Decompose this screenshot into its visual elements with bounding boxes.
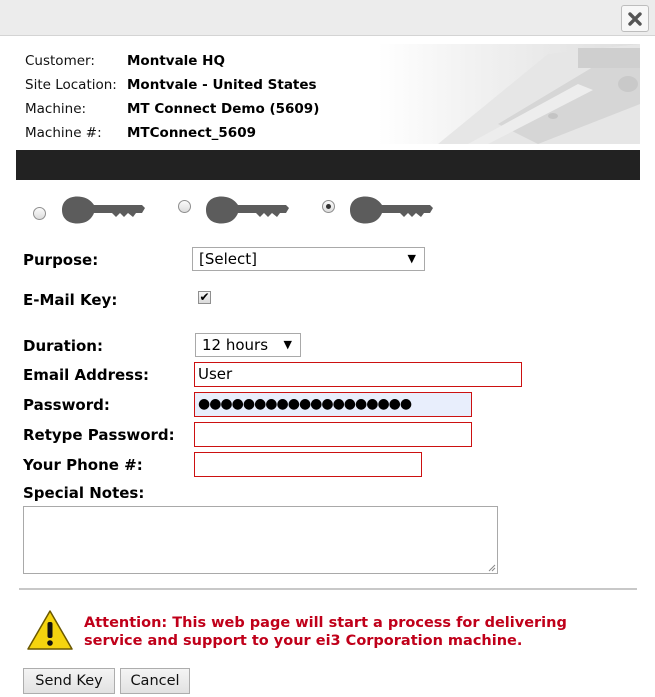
machine-header-image <box>378 44 640 144</box>
site-location-label: Site Location: <box>25 77 117 93</box>
special-notes-label: Special Notes: <box>23 484 145 502</box>
cancel-button[interactable]: Cancel <box>120 668 190 694</box>
key-option-radio-1[interactable] <box>33 207 46 220</box>
warning-icon <box>27 610 73 650</box>
dialog-titlebar <box>0 0 655 36</box>
retype-password-label: Retype Password: <box>23 426 175 444</box>
purpose-label: Purpose: <box>23 251 99 269</box>
machine-number-label: Machine #: <box>25 125 102 141</box>
purpose-selected-value: [Select] <box>199 250 257 268</box>
purpose-select[interactable]: [Select] ▼ <box>192 247 425 271</box>
dropdown-arrow-icon: ▼ <box>283 338 292 351</box>
phone-label: Your Phone #: <box>23 456 143 474</box>
divider <box>19 588 637 590</box>
dropdown-arrow-icon: ▼ <box>407 252 416 265</box>
header-bar <box>16 150 640 180</box>
machine-value: MT Connect Demo (5609) <box>127 101 320 117</box>
site-location-value: Montvale - United States <box>127 77 317 93</box>
key-option-radio-3[interactable] <box>322 200 335 213</box>
attention-message: Attention: This web page will start a pr… <box>84 615 567 649</box>
send-key-button[interactable]: Send Key <box>23 668 115 694</box>
close-icon <box>628 11 642 26</box>
duration-label: Duration: <box>23 337 103 355</box>
duration-selected-value: 12 hours <box>202 336 269 354</box>
retype-password-input[interactable] <box>194 422 472 447</box>
phone-input[interactable] <box>194 452 422 477</box>
email-address-label: Email Address: <box>23 366 150 384</box>
customer-value: Montvale HQ <box>127 53 225 69</box>
resize-handle-icon[interactable] <box>487 563 496 572</box>
key-icon <box>350 196 433 224</box>
machine-number-value: MTConnect_5609 <box>127 125 256 141</box>
key-icon <box>62 196 145 224</box>
checkmark-icon: ✔ <box>199 290 210 304</box>
email-key-label: E-Mail Key: <box>23 291 118 309</box>
password-label: Password: <box>23 396 110 414</box>
special-notes-textarea[interactable] <box>23 506 498 574</box>
customer-label: Customer: <box>25 53 95 69</box>
password-input[interactable]: ●●●●●●●●●●●●●●●●●●● <box>194 392 472 417</box>
email-key-checkbox[interactable]: ✔ <box>198 291 211 304</box>
close-button[interactable] <box>621 5 649 32</box>
key-icon <box>206 196 289 224</box>
duration-select[interactable]: 12 hours ▼ <box>195 333 301 357</box>
key-option-radio-2[interactable] <box>178 200 191 213</box>
machine-label: Machine: <box>25 101 87 117</box>
email-address-input[interactable]: User <box>194 362 522 387</box>
